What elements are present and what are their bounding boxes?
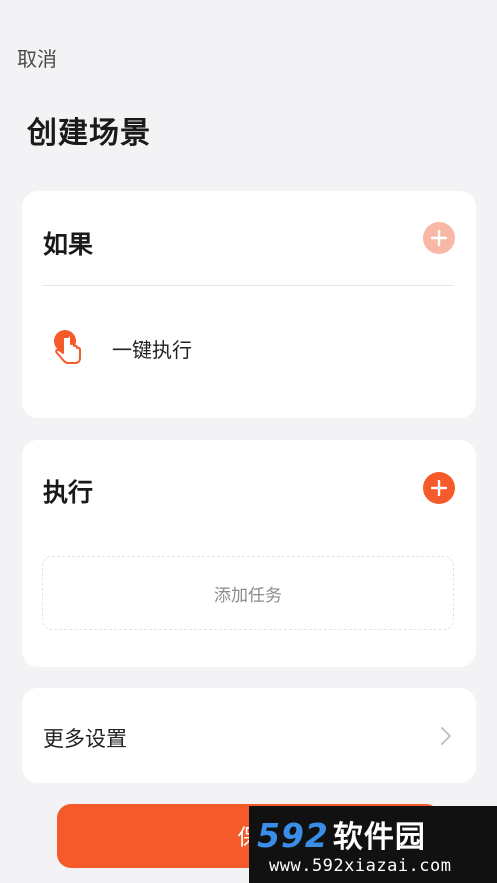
- plus-icon: [431, 230, 447, 246]
- site-watermark: 592 软件园 www.592xiazai.com: [249, 806, 497, 883]
- trigger-label: 一键执行: [112, 337, 192, 362]
- execute-card: 执行 添加任务: [22, 440, 476, 667]
- watermark-logo: 592 软件园: [257, 812, 426, 856]
- add-task-button[interactable]: 添加任务: [42, 556, 454, 630]
- if-heading: 如果: [43, 230, 94, 259]
- more-settings-label: 更多设置: [43, 727, 127, 751]
- trigger-one-tap[interactable]: 一键执行: [50, 327, 192, 369]
- if-card: 如果 一键执行: [22, 191, 476, 418]
- add-action-button[interactable]: [423, 472, 455, 504]
- cancel-button[interactable]: 取消: [17, 43, 57, 72]
- watermark-url: www.592xiazai.com: [269, 856, 452, 876]
- watermark-digits: 592: [257, 816, 329, 855]
- watermark-name: 软件园: [332, 820, 426, 855]
- add-condition-button[interactable]: [423, 222, 455, 254]
- plus-icon: [431, 480, 447, 496]
- divider: [42, 285, 454, 286]
- page-title: 创建场景: [27, 116, 151, 151]
- more-settings-row[interactable]: 更多设置: [22, 688, 476, 783]
- tap-hand-icon: [54, 330, 81, 364]
- add-task-label: 添加任务: [214, 585, 282, 606]
- chevron-right-icon: [441, 727, 451, 745]
- execute-heading: 执行: [43, 478, 94, 507]
